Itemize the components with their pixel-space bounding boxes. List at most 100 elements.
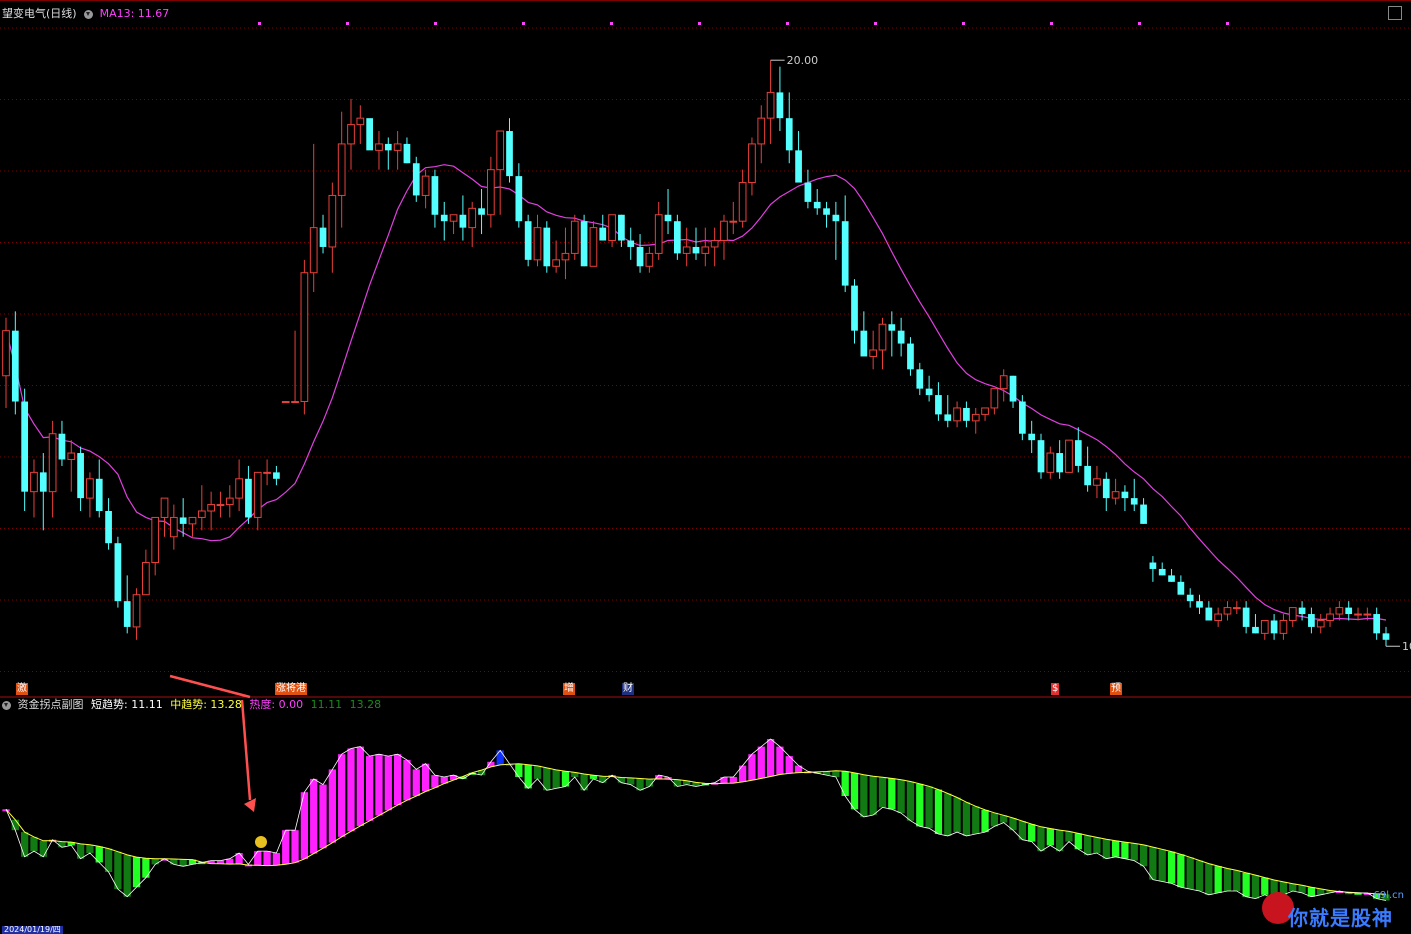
indicator-bar	[132, 857, 141, 888]
indicator-bar	[282, 830, 290, 865]
candle	[1223, 601, 1232, 621]
signal-flag[interactable]: 涨将港	[275, 683, 307, 695]
candle-body	[1149, 562, 1157, 569]
candle	[21, 388, 29, 511]
indicator-bar	[104, 848, 113, 872]
candle-body	[766, 91, 775, 119]
candle-body	[1111, 491, 1120, 499]
indicator-bar	[953, 797, 961, 833]
candle	[1111, 478, 1120, 505]
indicator-bar	[841, 771, 849, 796]
candle	[645, 246, 654, 273]
candle-body	[682, 246, 691, 254]
candle-body	[235, 478, 243, 499]
stock-title[interactable]: 望变电气(日线)	[2, 7, 77, 20]
candle	[701, 227, 710, 267]
fund-indicator-chart[interactable]	[0, 700, 1411, 934]
indicator-bar	[114, 851, 122, 890]
candle	[710, 227, 719, 267]
candle	[1093, 465, 1101, 499]
candle-body	[1363, 613, 1372, 616]
dropdown-icon[interactable]	[84, 9, 94, 19]
candle	[188, 516, 197, 537]
right-corner-icon[interactable]	[1388, 6, 1402, 20]
indicator-bar	[850, 772, 859, 810]
candle	[1065, 439, 1073, 473]
candle-body	[804, 182, 812, 202]
chart-stage[interactable]: 20.00 10.95 望变电气(日线) MA13: 11.67 资金拐点副图 短…	[0, 0, 1411, 934]
candle-body	[30, 471, 38, 493]
candle-body	[67, 452, 76, 460]
indicator-bar	[860, 774, 868, 817]
candle	[907, 337, 914, 376]
candle-body	[1354, 613, 1362, 616]
candle-body	[599, 227, 607, 241]
candle-body	[1279, 619, 1288, 634]
candle	[963, 401, 970, 428]
indicator-bar	[30, 836, 38, 852]
candle-body	[160, 497, 169, 518]
indicator-bar	[916, 783, 924, 827]
candle	[664, 189, 672, 235]
candle-body	[506, 131, 513, 177]
candle-body	[953, 407, 961, 422]
candle-body	[245, 478, 252, 518]
signal-flag[interactable]: 激	[16, 683, 28, 695]
candle	[1373, 607, 1381, 640]
candle	[58, 420, 66, 466]
candle-body	[1335, 607, 1344, 615]
signal-flag[interactable]: 预	[1110, 683, 1122, 695]
candle-body	[1056, 453, 1064, 473]
indicator-bar	[179, 859, 187, 867]
candle	[897, 317, 905, 357]
signal-flag[interactable]: $	[1051, 683, 1060, 695]
candle-body	[524, 221, 532, 260]
indicator-name[interactable]: 资金拐点副图	[18, 698, 84, 711]
candle	[1102, 472, 1110, 511]
candle	[673, 214, 681, 260]
candle-body	[263, 471, 271, 474]
candle	[981, 407, 989, 421]
candle	[263, 459, 271, 486]
candle	[207, 491, 215, 531]
indicator-bar	[338, 754, 346, 837]
candle	[105, 498, 112, 550]
candle	[878, 317, 887, 370]
candle-body	[963, 407, 970, 421]
candle-body	[459, 214, 467, 228]
candle-body	[580, 221, 588, 267]
signal-flag[interactable]: 增	[563, 683, 575, 695]
candle-body	[618, 214, 625, 241]
candle	[916, 362, 924, 396]
candle	[570, 214, 579, 260]
candle-body	[21, 401, 29, 492]
indicator-bar	[272, 853, 281, 866]
candle-body	[589, 227, 598, 267]
indicator-bar	[403, 759, 411, 801]
dropdown-icon[interactable]	[2, 700, 11, 710]
candle	[1214, 607, 1223, 627]
candle-body	[570, 220, 579, 254]
candle	[953, 401, 961, 428]
candle-body	[664, 214, 672, 222]
candle	[11, 311, 19, 415]
candle	[841, 195, 849, 293]
candle	[832, 201, 840, 260]
indicator-bar	[1083, 835, 1092, 855]
price-chart[interactable]: 20.00 10.95	[0, 0, 1411, 700]
indicator-bar	[1037, 826, 1045, 852]
short-trend-label: 短趋势: 11.11	[91, 698, 163, 711]
candle-body	[1214, 613, 1223, 621]
indicator-bar	[906, 781, 915, 821]
extra-value-2: 13.28	[349, 698, 382, 711]
signal-flag[interactable]: 财	[622, 683, 634, 695]
indicator-bar	[375, 754, 383, 816]
candle	[1158, 562, 1166, 576]
candle-body	[1260, 619, 1269, 634]
indicator-bar	[757, 746, 765, 779]
candle-body	[878, 323, 887, 351]
candle	[524, 214, 532, 267]
indicator-bar	[729, 777, 737, 784]
candle	[132, 588, 141, 640]
indicator-bar	[794, 765, 803, 773]
